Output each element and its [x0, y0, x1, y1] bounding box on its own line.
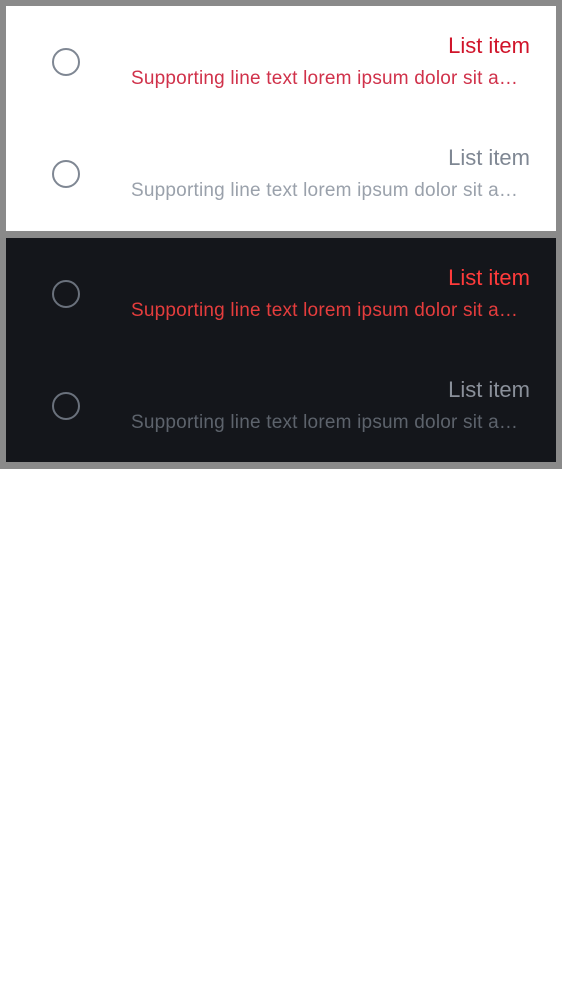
- list-item-headline: List item: [448, 33, 530, 58]
- radio-unchecked-icon[interactable]: [52, 160, 80, 188]
- list-item-supporting-text: Supporting line text lorem ipsum dolor s…: [131, 412, 530, 433]
- list-item-headline: List item: [448, 265, 530, 290]
- list-item-headline: List item: [448, 377, 530, 402]
- list-item[interactable]: List item Supporting line text lorem ips…: [6, 350, 556, 462]
- dark-theme-panel: List item Supporting line text lorem ips…: [6, 238, 556, 462]
- light-theme-panel: List item Supporting line text lorem ips…: [6, 6, 556, 231]
- list-item[interactable]: List item Supporting line text lorem ips…: [6, 118, 556, 230]
- list-item-supporting-text: Supporting line text lorem ipsum dolor s…: [131, 180, 530, 201]
- list-item[interactable]: List item Supporting line text lorem ips…: [6, 6, 556, 118]
- list-item-headline: List item: [448, 145, 530, 170]
- preview-frame: List item Supporting line text lorem ips…: [0, 0, 562, 469]
- list-item-supporting-text: Supporting line text lorem ipsum dolor s…: [131, 300, 530, 321]
- radio-unchecked-icon[interactable]: [52, 48, 80, 76]
- radio-unchecked-icon[interactable]: [52, 280, 80, 308]
- radio-unchecked-icon[interactable]: [52, 392, 80, 420]
- list-item[interactable]: List item Supporting line text lorem ips…: [6, 238, 556, 350]
- list-item-supporting-text: Supporting line text lorem ipsum dolor s…: [131, 68, 530, 89]
